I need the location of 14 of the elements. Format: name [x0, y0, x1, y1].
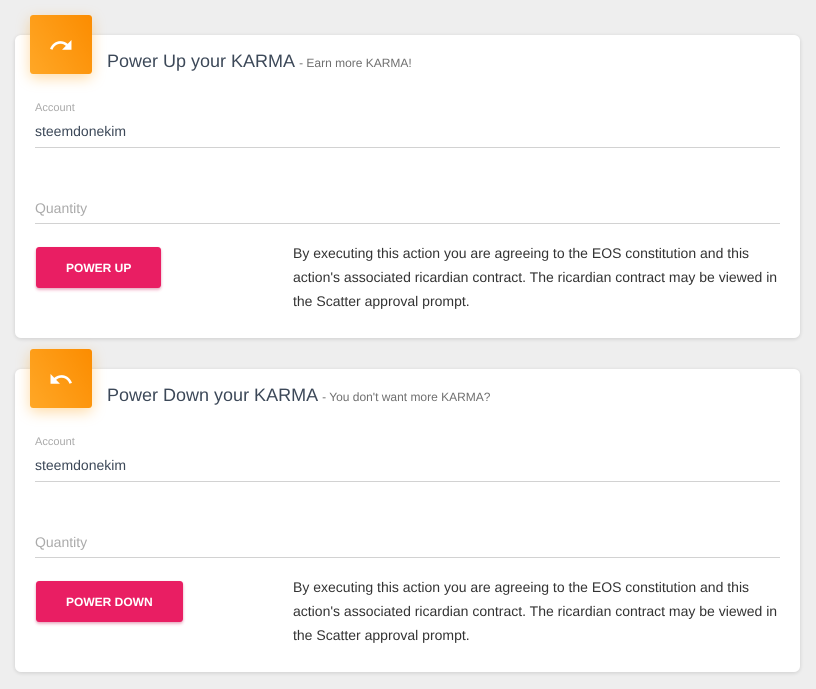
submit-button[interactable]: POWER UP	[36, 247, 162, 288]
submit-button[interactable]: POWER DOWN	[36, 581, 183, 622]
notice-text: By executing this action you are agreeing to the EOS constitution and this action's associated ricardian contract. The ricardian contract may be viewed in the Scatter approval prompt.	[293, 578, 778, 645]
input-field[interactable]: Quantity	[35, 192, 780, 224]
input-field[interactable]: Quantity	[35, 526, 780, 558]
card-subtitle: - Earn more KARMA!	[299, 55, 412, 72]
input-field[interactable]: steemdonekim	[35, 449, 780, 482]
field-label: Account	[35, 102, 76, 115]
card-title: Power Up your KARMA	[107, 50, 296, 72]
card-subtitle: - You don't want more KARMA?	[322, 389, 490, 406]
field-label: Account	[35, 436, 76, 449]
card-title: Power Down your KARMA	[107, 384, 318, 406]
notice-text: By executing this action you are agreeing to the EOS constitution and this action's associated ricardian contract. The ricardian contract may be viewed in the Scatter approval prompt.	[293, 244, 778, 311]
input-field[interactable]: steemdonekim	[35, 115, 780, 148]
